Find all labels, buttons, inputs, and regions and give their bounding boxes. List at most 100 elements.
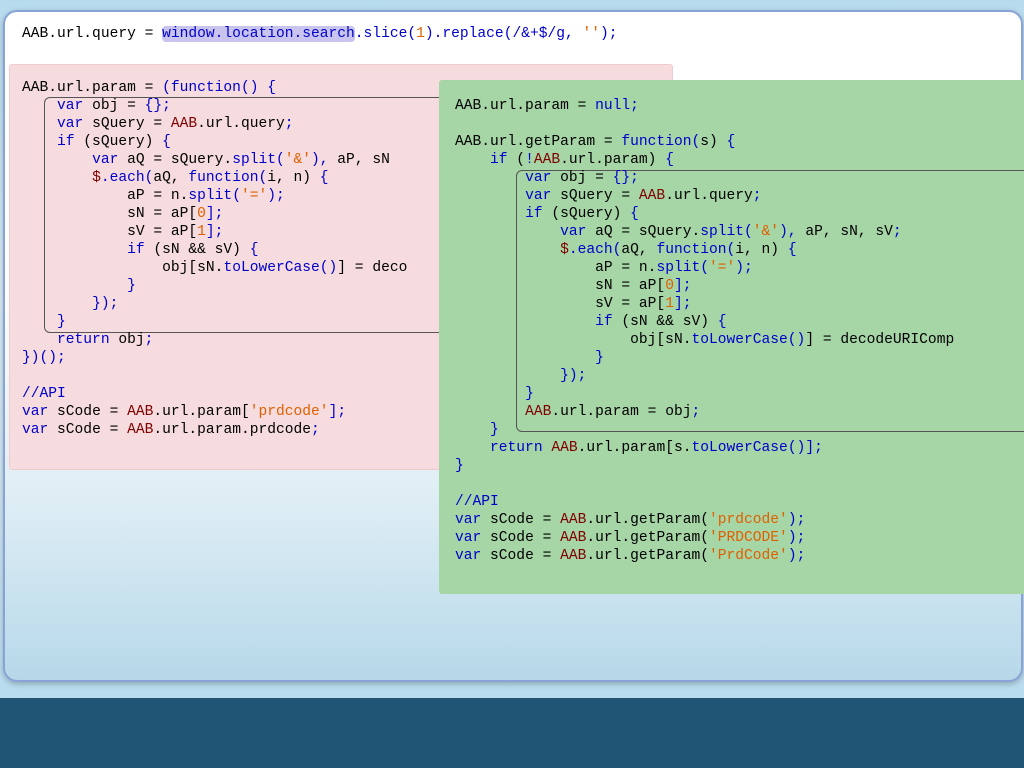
old-implementation-code: AAB.url.param = (function() { var obj = … — [22, 79, 407, 439]
code-token: .url.param) — [560, 152, 666, 168]
code-line: AAB.url.param = null; — [455, 97, 954, 115]
code-token: 'prdcode' — [709, 512, 788, 528]
code-line: } — [455, 385, 954, 403]
code-token: (sN && sV) — [612, 314, 718, 330]
code-token: if — [525, 206, 543, 222]
code-token: AAB — [533, 152, 561, 168]
code-token: var — [525, 170, 552, 186]
code-token: })(); — [22, 350, 66, 366]
code-line: sN = aP[0]; — [22, 205, 407, 223]
code-token: AAB — [525, 404, 552, 420]
code-line: if (sQuery) { — [22, 133, 407, 151]
code-token: (sQuery) — [542, 206, 631, 222]
code-token: { — [665, 152, 674, 168]
code-token: sCode = — [481, 512, 561, 528]
code-token: aP, sN, sV — [796, 224, 893, 240]
code-token: split( — [700, 224, 753, 240]
code-token: aP, sN — [328, 152, 390, 168]
code-line: var obj = {}; — [22, 97, 407, 115]
code-token: {}; — [612, 170, 639, 186]
code-token: ]; — [205, 224, 224, 240]
code-token: 'PrdCode' — [709, 548, 788, 564]
code-line: } — [455, 349, 954, 367]
code-token: '=' — [240, 188, 268, 204]
code-token: } — [595, 350, 604, 366]
code-token: ; — [311, 422, 320, 438]
code-line: } — [455, 457, 954, 475]
code-token: .url.query — [197, 116, 285, 132]
code-token: ); — [735, 260, 753, 276]
code-token: var — [455, 548, 482, 564]
code-token: var — [57, 98, 84, 114]
code-token: aP = n. — [455, 260, 657, 276]
code-token: ]; — [805, 440, 823, 456]
code-token: { — [319, 170, 329, 186]
code-token: '&' — [752, 224, 780, 240]
code-token: AAB — [170, 116, 198, 132]
code-token: .url.param = obj — [551, 404, 692, 420]
code-token: AAB — [551, 440, 578, 456]
code-token: 0 — [665, 278, 674, 294]
code-token: { — [726, 134, 736, 150]
code-token: .url.query — [665, 188, 753, 204]
code-token: sCode = — [481, 530, 561, 546]
code-token: obj = — [83, 98, 145, 114]
code-token: function( — [656, 242, 736, 258]
code-line: //API — [22, 385, 407, 403]
code-line: var sCode = AAB.url.getParam('PrdCode'); — [455, 547, 954, 565]
code-token: .url.param[ — [153, 404, 250, 420]
code-line: $.each(aQ, function(i, n) { — [455, 241, 954, 259]
top-code-line: AAB.url.query = window.location.search.s… — [22, 25, 618, 43]
code-token: 1 — [665, 296, 674, 312]
code-token: aQ = sQuery. — [586, 224, 701, 240]
code-line: AAB.url.param = obj; — [455, 403, 954, 421]
code-line: return AAB.url.param[s.toLowerCase()]; — [455, 439, 954, 457]
code-line: obj[sN.toLowerCase()] = decodeURIComp — [455, 331, 954, 349]
code-token: AAB — [560, 530, 587, 546]
code-token: i, n) — [267, 170, 320, 186]
bottom-band — [0, 698, 1024, 768]
code-token: ; — [691, 404, 701, 420]
code-token: ; — [752, 188, 762, 204]
code-token: if — [127, 242, 145, 258]
code-token: aQ, — [153, 170, 189, 186]
code-token: .url.getParam( — [586, 548, 709, 564]
code-token: var — [525, 188, 552, 204]
code-token: toLowerCase() — [223, 260, 338, 276]
code-token: var — [455, 530, 482, 546]
code-token: //API — [455, 494, 499, 510]
code-token: sN = aP[ — [455, 278, 666, 294]
code-token: window.location.search — [162, 26, 355, 42]
code-token: { — [162, 134, 171, 150]
code-token: var — [22, 404, 49, 420]
code-token: 'PRDCODE' — [709, 530, 788, 546]
code-token: 'prdcode' — [249, 404, 329, 420]
code-token: sQuery = — [551, 188, 639, 204]
code-token: .each( — [568, 242, 622, 258]
code-line: return obj; — [22, 331, 407, 349]
code-token: var — [560, 224, 587, 240]
code-line: sV = aP[1]; — [455, 295, 954, 313]
code-line: } — [22, 277, 407, 295]
code-token: .url.getParam( — [586, 530, 709, 546]
code-line: var aQ = sQuery.split('&'), aP, sN, sV; — [455, 223, 954, 241]
code-token: ; — [284, 116, 294, 132]
code-line: AAB.url.getParam = function(s) { — [455, 133, 954, 151]
code-token: .url.param.prdcode — [153, 422, 312, 438]
code-token: '=' — [708, 260, 736, 276]
code-line: })(); — [22, 349, 407, 367]
code-token: var — [92, 152, 119, 168]
code-token: var — [22, 422, 49, 438]
code-token: AAB — [638, 188, 666, 204]
